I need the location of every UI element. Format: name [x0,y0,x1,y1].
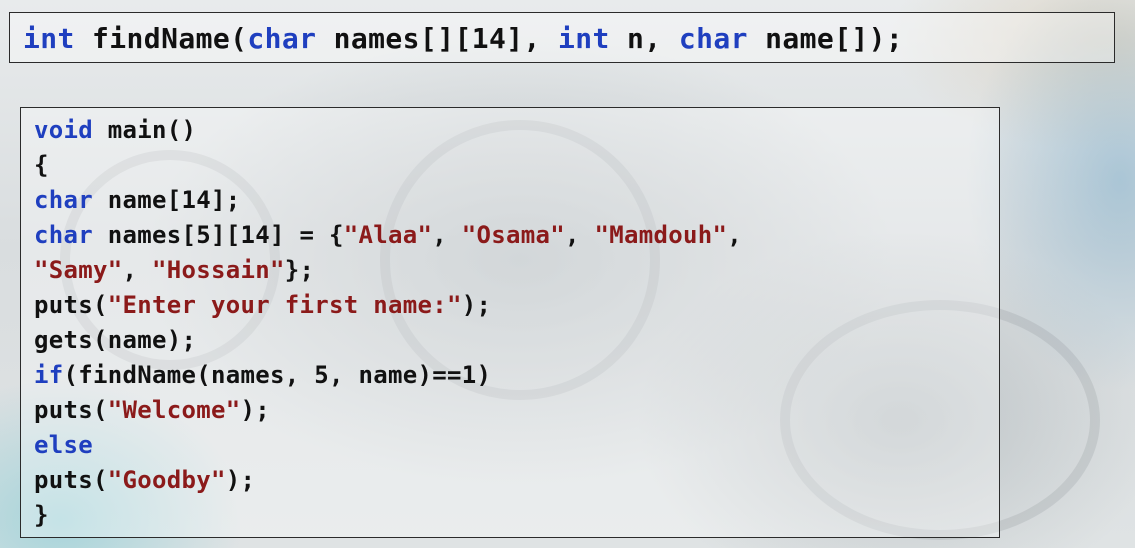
code-text: , [122,256,152,284]
code-line: void main() [34,113,742,148]
code-text: , [727,221,742,249]
code-text: puts( [34,396,108,424]
code-string: "Welcome" [107,396,241,424]
code-line: { [34,148,742,183]
code-line: char names[5][14] = {"Alaa", "Osama", "M… [34,218,742,253]
code-line: puts("Goodby"); [34,463,742,498]
code-keyword: int [558,22,610,55]
code-text: n, [609,22,679,55]
code-keyword: char [34,221,93,249]
code-text: } [34,501,49,529]
code-line: } [34,498,742,533]
code-text: { [34,151,49,179]
code-text: findName( [74,22,248,55]
code-string: "Osama" [461,221,565,249]
code-text: (findName(names, 5, name)==1) [63,361,492,389]
code-text: names[5][14] = { [93,221,344,249]
code-keyword: char [34,186,93,214]
code-text: name[]); [747,22,904,55]
code-string: "Hossain" [152,256,285,284]
code-keyword: char [247,22,317,55]
code-keyword: if [34,361,64,389]
code-keyword: void [34,116,93,144]
code-text: ); [240,396,270,424]
code-text: puts( [34,466,108,494]
code-line: "Samy", "Hossain"}; [34,253,742,288]
code-text: main() [93,116,197,144]
code-string: "Mamdouh" [594,221,728,249]
code-line: puts("Welcome"); [34,393,742,428]
function-prototype-box: int findName(char names[][14], int n, ch… [9,12,1115,63]
code-text: names[][14], [316,22,558,55]
code-keyword: char [678,22,748,55]
main-code-box: void main(){char name[14]; char names[5][… [20,107,1000,538]
code-text: }; [284,256,315,284]
code-line: else [34,428,742,463]
code-line: puts("Enter your first name:"); [34,288,742,323]
code-text: ); [225,466,256,494]
code-line: if(findName(names, 5, name)==1) [34,358,742,393]
code-line: gets(name); [34,323,742,358]
code-lines: void main(){char name[14]; char names[5][… [34,113,742,533]
code-text: gets(name); [34,326,197,354]
code-keyword: int [23,22,75,55]
code-string: "Enter your first name:" [107,291,462,319]
code-string: "Samy" [34,256,123,284]
code-line: char name[14]; [34,183,742,218]
code-text: , [565,221,595,249]
code-text: ); [461,291,492,319]
code-text: name[14]; [93,186,241,214]
code-text: puts( [34,291,108,319]
code-text: , [432,221,462,249]
code-string: "Goodby" [107,466,226,494]
code-keyword: else [34,431,93,459]
code-string: "Alaa" [343,221,433,249]
function-prototype-line: int findName(char names[][14], int n, ch… [23,22,903,56]
